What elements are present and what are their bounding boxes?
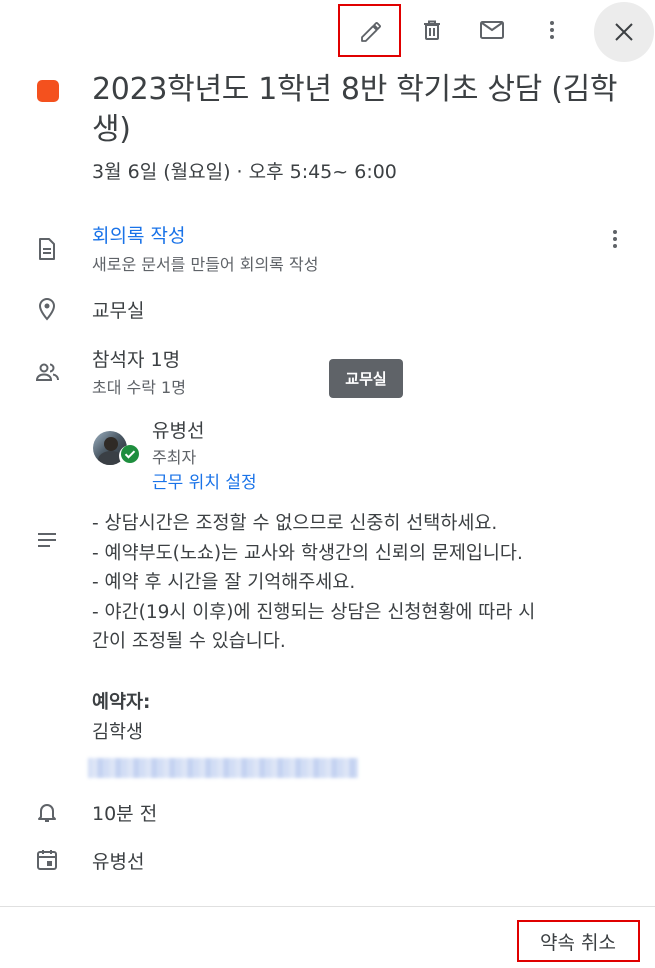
notes-more-button[interactable] xyxy=(598,222,632,256)
reminder-text: 10분 전 xyxy=(92,803,158,825)
event-datetime: 3월 6일 (월요일) · 오후 5:45~ 6:00 xyxy=(92,161,397,183)
trash-icon xyxy=(420,18,444,42)
calendar-icon xyxy=(35,848,59,872)
guest-name: 유병선 xyxy=(152,420,205,442)
footer-divider xyxy=(0,906,655,907)
close-icon xyxy=(613,21,635,43)
mail-icon xyxy=(479,18,505,42)
more-vert-icon xyxy=(603,227,627,251)
booker-label: 예약자: xyxy=(92,692,151,713)
delete-button[interactable] xyxy=(410,8,454,52)
create-notes-description: 새로운 문서를 만들어 회의록 작성 xyxy=(92,255,319,274)
more-options-button[interactable] xyxy=(530,8,574,52)
people-icon xyxy=(35,360,59,384)
description-lines-icon xyxy=(35,528,59,552)
create-notes-link[interactable]: 회의록 작성 xyxy=(92,221,185,248)
event-color-swatch xyxy=(37,80,59,102)
redacted-email xyxy=(88,758,358,778)
description-line: - 야간(19시 이후)에 진행되는 상담은 신청현황에 따라 시 xyxy=(92,601,536,623)
edit-highlight-box xyxy=(338,4,401,57)
guest-response-summary: 초대 수락 1명 xyxy=(92,378,186,397)
description-line: - 상담시간은 조정할 수 없으므로 신중히 선택하세요. xyxy=(92,513,498,534)
description-line: - 예약 후 시간을 잘 기억해주세요. xyxy=(92,572,356,593)
location-tooltip: 교무실 xyxy=(329,359,403,398)
event-location: 교무실 xyxy=(92,300,145,322)
event-title: 2023학년도 1학년 8반 학기초 상담 (김학생) xyxy=(92,72,618,147)
guest-count: 참석자 1명 xyxy=(92,349,181,371)
bell-icon xyxy=(35,800,59,824)
event-description: - 상담시간은 조정할 수 없으므로 신중히 선택하세요. - 예약부도(노쇼)… xyxy=(92,509,652,657)
close-button[interactable] xyxy=(594,2,654,62)
calendar-owner: 유병선 xyxy=(92,851,145,873)
accepted-badge xyxy=(119,445,141,467)
guest-role: 주최자 xyxy=(152,448,197,467)
description-line: 간이 조정될 수 있습니다. xyxy=(92,631,286,652)
location-pin-icon xyxy=(35,297,59,321)
email-guests-button[interactable] xyxy=(470,8,514,52)
document-icon xyxy=(35,237,59,261)
booker-name: 김학생 xyxy=(92,722,144,743)
cancel-highlight-box xyxy=(517,920,640,962)
more-vert-icon xyxy=(540,18,564,42)
working-location-link[interactable]: 근무 위치 설정 xyxy=(152,468,257,493)
check-circle-icon xyxy=(121,445,139,467)
description-line: - 예약부도(노쇼)는 교사와 학생간의 신뢰의 문제입니다. xyxy=(92,542,523,564)
